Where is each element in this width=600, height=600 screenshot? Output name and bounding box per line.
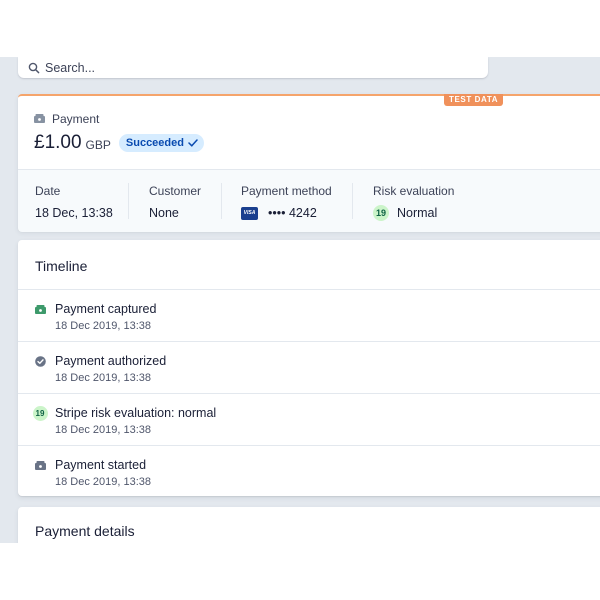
payment-currency: GBP bbox=[85, 138, 111, 152]
timeline-title: Timeline bbox=[35, 258, 88, 274]
money-icon bbox=[32, 458, 48, 472]
payment-header: Payment bbox=[34, 110, 99, 128]
fact-value[interactable]: VISA •••• 4242 bbox=[241, 205, 332, 221]
payment-summary-card: TEST DATA Payment £1.00 GBP Succeeded Da… bbox=[18, 94, 600, 232]
search-icon bbox=[28, 62, 40, 74]
event-time: 18 Dec 2019, 13:38 bbox=[55, 476, 152, 488]
fact-value[interactable]: None bbox=[149, 205, 201, 221]
money-icon bbox=[34, 110, 45, 128]
risk-level: Normal bbox=[397, 206, 438, 220]
fact-label: Date bbox=[35, 184, 61, 198]
payment-label: Payment bbox=[52, 112, 100, 126]
risk-score-icon-wrap: 19 bbox=[32, 405, 48, 421]
payment-facts: Date 18 Dec, 13:38 Customer None Payment… bbox=[18, 169, 600, 232]
payment-details-title: Payment details bbox=[35, 523, 135, 539]
divider bbox=[128, 183, 129, 219]
check-circle-icon bbox=[32, 354, 48, 368]
search-input[interactable] bbox=[45, 60, 445, 75]
card-last4: •••• 4242 bbox=[268, 206, 317, 220]
payment-amount: £1.00 bbox=[34, 132, 82, 153]
timeline-event: Payment authorized 18 Dec 2019, 13:38 bbox=[18, 342, 600, 393]
visa-card-icon: VISA bbox=[241, 206, 258, 220]
search-bar[interactable] bbox=[18, 57, 488, 78]
event-title[interactable]: Stripe risk evaluation: normal bbox=[55, 406, 216, 420]
divider bbox=[221, 183, 222, 219]
fact-label: Risk evaluation bbox=[373, 184, 455, 198]
event-time: 18 Dec 2019, 13:38 bbox=[55, 424, 152, 436]
status-text: Succeeded bbox=[125, 137, 184, 149]
money-icon bbox=[32, 302, 48, 316]
fact-date: Date 18 Dec, 13:38 bbox=[35, 184, 113, 221]
event-title: Payment started bbox=[55, 458, 147, 472]
fact-label: Payment method bbox=[241, 184, 332, 198]
payment-details-card: Payment details bbox=[18, 507, 600, 543]
fact-risk-evaluation: Risk evaluation 19 Normal bbox=[373, 184, 454, 221]
event-time: 18 Dec 2019, 13:38 bbox=[55, 372, 152, 384]
timeline-card: Timeline Payment captured 18 Dec 2019, 1… bbox=[18, 240, 600, 496]
event-title: Payment authorized bbox=[55, 354, 167, 368]
fact-value[interactable]: 19 Normal bbox=[373, 205, 454, 221]
amount-row: £1.00 GBP Succeeded bbox=[34, 132, 204, 154]
timeline-event: 19 Stripe risk evaluation: normal 18 Dec… bbox=[18, 394, 600, 445]
timeline-event: Payment captured 18 Dec 2019, 13:38 bbox=[18, 290, 600, 341]
checkmark-icon bbox=[188, 139, 198, 147]
fact-label: Customer bbox=[149, 184, 202, 198]
event-time: 18 Dec 2019, 13:38 bbox=[55, 320, 152, 332]
risk-score-icon: 19 bbox=[32, 405, 48, 421]
risk-score-icon: 19 bbox=[373, 205, 389, 221]
divider bbox=[352, 183, 353, 219]
fact-value: 18 Dec, 13:38 bbox=[35, 206, 113, 220]
fact-customer: Customer None bbox=[149, 184, 201, 221]
page-background: TEST DATA Payment £1.00 GBP Succeeded Da… bbox=[0, 57, 600, 543]
test-data-badge: TEST DATA bbox=[444, 94, 504, 106]
status-badge: Succeeded bbox=[118, 134, 204, 152]
timeline-event: Payment started 18 Dec 2019, 13:38 bbox=[18, 446, 600, 497]
fact-payment-method: Payment method VISA •••• 4242 bbox=[241, 184, 332, 221]
event-title: Payment captured bbox=[55, 302, 157, 316]
